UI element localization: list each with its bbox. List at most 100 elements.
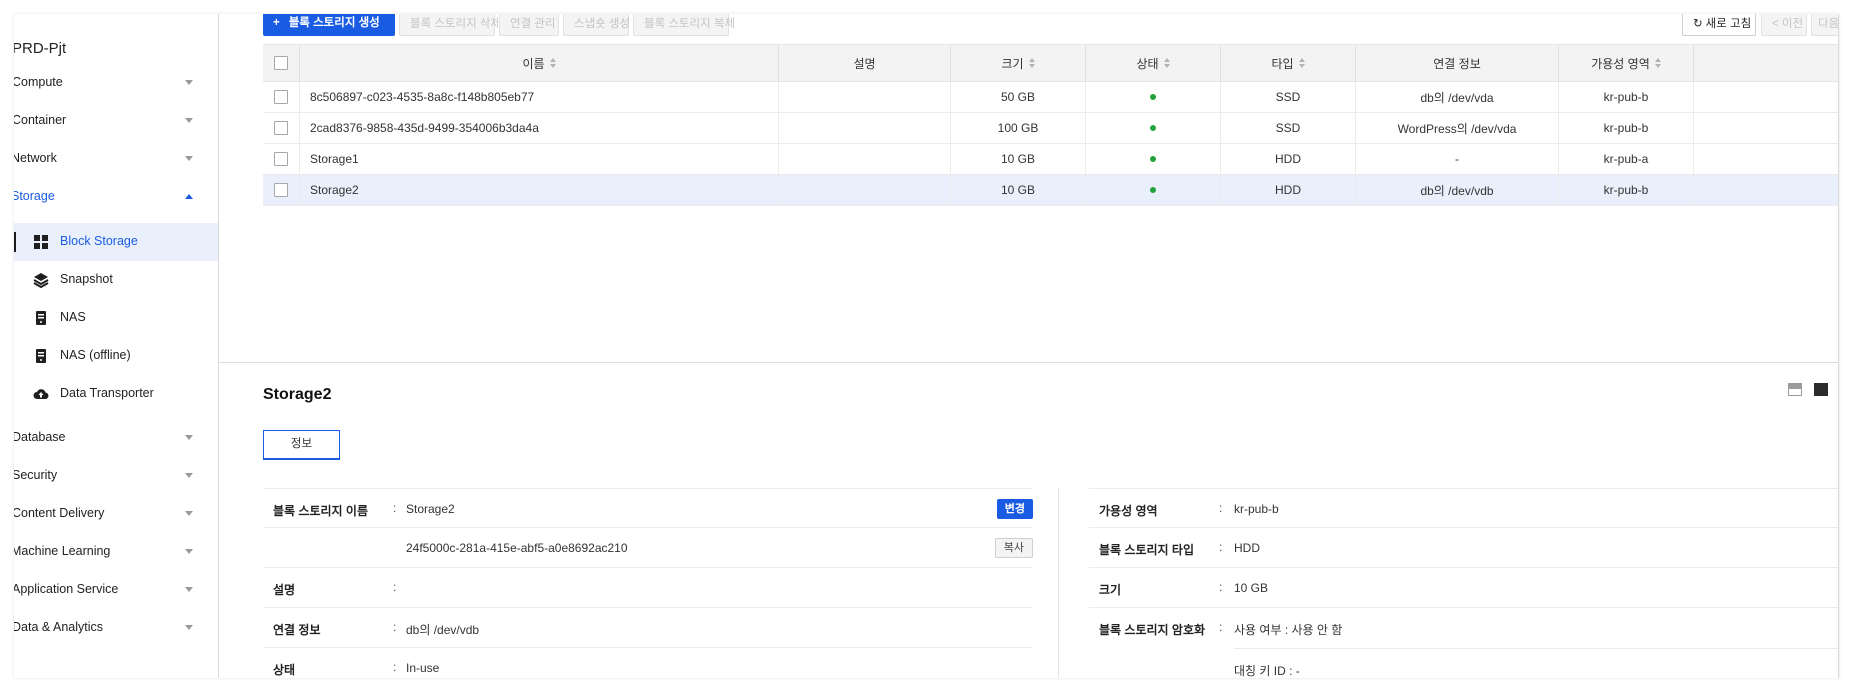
row-checkbox[interactable]	[274, 121, 288, 135]
info-label: 연결 정보	[273, 623, 321, 637]
sort-icon	[1163, 58, 1170, 68]
row-checkbox-cell	[263, 144, 300, 174]
sidebar-item-machine-learning[interactable]: Machine Learning	[14, 533, 218, 571]
column-label: 가용성 영역	[1591, 56, 1650, 71]
row-checkbox[interactable]	[274, 183, 288, 197]
button-label: 새로 고침	[1705, 18, 1752, 30]
cell-name: Storage2	[300, 175, 779, 205]
sidebar-item-storage[interactable]: Storage	[14, 178, 218, 216]
chevron-down-icon	[185, 549, 193, 554]
project-name: PRD-Pjt	[14, 40, 67, 57]
main-content: + 블록 스토리지 생성 블록 스토리지 삭제 연결 관리 스냅숏 생성 블록 스…	[219, 14, 1838, 678]
delete-block-storage-button[interactable]: 블록 스토리지 삭제	[399, 14, 501, 36]
connection-manage-button[interactable]: 연결 관리	[499, 14, 559, 36]
col-status[interactable]: 상태	[1086, 45, 1221, 81]
cell-description	[779, 144, 951, 174]
cell-zone: kr-pub-b	[1559, 175, 1694, 205]
info-colon: :	[393, 501, 397, 515]
split-view-icon[interactable]	[1788, 383, 1802, 396]
change-name-button[interactable]: 변경	[996, 499, 1033, 519]
sidebar-item-label: Container	[14, 113, 67, 127]
next-page-button[interactable]: 다음	[1811, 14, 1838, 36]
col-name[interactable]: 이름	[300, 45, 779, 81]
chevron-down-icon	[185, 118, 193, 123]
sidebar-item-label: Database	[14, 430, 66, 444]
info-value: 10 GB	[1234, 581, 1269, 595]
create-block-storage-button[interactable]: + 블록 스토리지 생성	[263, 14, 395, 36]
cell-zone: kr-pub-b	[1559, 82, 1694, 112]
info-value: 사용 여부 : 사용 안 함	[1234, 623, 1343, 637]
row-checkbox[interactable]	[274, 90, 288, 104]
prev-page-button[interactable]: < 이전	[1761, 14, 1807, 36]
refresh-button[interactable]: ↻ 새로 고침	[1682, 14, 1756, 36]
panel-divider[interactable]	[219, 362, 1838, 363]
cell-name: 2cad8376-9858-435d-9499-354006b3da4a	[300, 113, 779, 143]
column-label: 크기	[1001, 56, 1024, 71]
sidebar-item-container[interactable]: Container	[14, 102, 218, 140]
chevron-down-icon	[185, 587, 193, 592]
cell-description	[779, 175, 951, 205]
sidebar-item-data-transporter[interactable]: Data Transporter	[14, 375, 218, 413]
info-row-id: 24f5000c-281a-415e-abf5-a0e8692ac210 복사	[263, 528, 1033, 568]
clone-block-storage-button[interactable]: 블록 스토리지 복제	[633, 14, 735, 36]
info-row-zone: 가용성 영역 : kr-pub-b	[1089, 488, 1838, 528]
status-dot	[1150, 125, 1156, 131]
info-colon: :	[1219, 620, 1223, 634]
sidebar-item-nas-offline[interactable]: NAS (offline)	[14, 337, 218, 375]
info-row-description: 설명 :	[263, 568, 1033, 608]
sidebar-item-application-service[interactable]: Application Service	[14, 571, 218, 609]
chevron-down-icon	[185, 435, 193, 440]
sort-icon	[1298, 58, 1305, 68]
col-size[interactable]: 크기	[951, 45, 1086, 81]
cell-connection: -	[1356, 144, 1559, 174]
table-header: 이름 설명 크기 상태 타입 연결 정보 가용성 영역	[263, 44, 1838, 82]
select-all-checkbox[interactable]	[274, 56, 288, 70]
row-checkbox[interactable]	[274, 152, 288, 166]
column-label: 이름	[522, 56, 545, 71]
sidebar-item-security[interactable]: Security	[14, 457, 218, 495]
sidebar-item-database[interactable]: Database	[14, 419, 218, 457]
sidebar-item-compute[interactable]: Compute	[14, 64, 218, 102]
col-description: 설명	[779, 45, 951, 81]
sidebar-item-snapshot[interactable]: Snapshot	[14, 261, 218, 299]
cell-status	[1086, 82, 1221, 112]
table-row[interactable]: Storage1 10 GB HDD - kr-pub-a	[263, 144, 1838, 175]
table-row-selected[interactable]: Storage2 10 GB HDD db의 /dev/vdb kr-pub-b	[263, 175, 1838, 206]
info-row-connection: 연결 정보 : db의 /dev/vdb	[263, 608, 1033, 648]
copy-id-button[interactable]: 복사	[994, 538, 1033, 558]
info-row-encryption: 블록 스토리지 암호화 : 사용 여부 : 사용 안 함	[1089, 608, 1838, 648]
cell-type: HDD	[1221, 144, 1356, 174]
cell-description	[779, 82, 951, 112]
row-checkbox-cell	[263, 175, 300, 205]
cell-status	[1086, 144, 1221, 174]
info-value: Storage2	[406, 502, 455, 516]
col-zone[interactable]: 가용성 영역	[1559, 45, 1694, 81]
grid-icon	[34, 235, 48, 249]
sidebar-item-label: Block Storage	[60, 234, 138, 248]
tab-info[interactable]: 정보	[263, 430, 340, 460]
sort-icon	[1654, 58, 1661, 68]
layers-icon	[33, 273, 49, 288]
sidebar-item-label: Application Service	[14, 582, 119, 596]
sidebar-item-content-delivery[interactable]: Content Delivery	[14, 495, 218, 533]
sidebar-item-block-storage[interactable]: Block Storage	[14, 223, 218, 261]
col-connection: 연결 정보	[1356, 45, 1559, 81]
maximize-panel-icon[interactable]	[1814, 383, 1828, 396]
cell-size: 10 GB	[951, 144, 1086, 174]
cell-size: 100 GB	[951, 113, 1086, 143]
info-row-name: 블록 스토리지 이름 : Storage2 변경	[263, 488, 1033, 528]
create-snapshot-button[interactable]: 스냅숏 생성	[563, 14, 630, 36]
table-row[interactable]: 8c506897-c023-4535-8a8c-f148b805eb77 50 …	[263, 82, 1838, 113]
info-label: 상태	[273, 663, 296, 677]
sidebar-item-nas[interactable]: NAS	[14, 299, 218, 337]
column-label: 설명	[853, 56, 876, 71]
sidebar-item-network[interactable]: Network	[14, 140, 218, 178]
chevron-up-icon	[185, 194, 193, 199]
table-row[interactable]: 2cad8376-9858-435d-9499-354006b3da4a 100…	[263, 113, 1838, 144]
info-colon: :	[393, 580, 397, 594]
chevron-down-icon	[185, 156, 193, 161]
server-icon	[36, 311, 46, 325]
sidebar-item-label: Network	[14, 151, 57, 165]
col-type[interactable]: 타입	[1221, 45, 1356, 81]
sidebar-item-data-analytics[interactable]: Data & Analytics	[14, 609, 218, 647]
